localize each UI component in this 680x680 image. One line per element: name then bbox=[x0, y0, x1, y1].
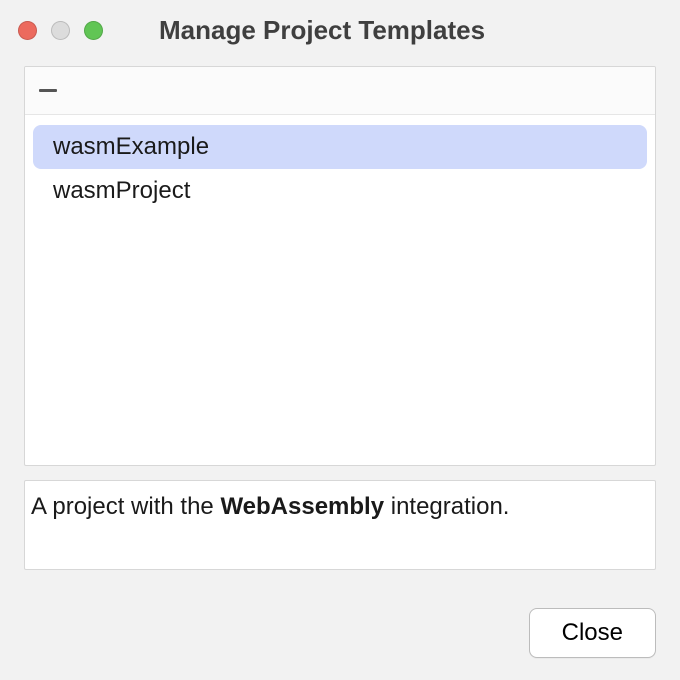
template-name: wasmExample bbox=[53, 133, 209, 160]
list-toolbar bbox=[25, 67, 655, 115]
template-list-container: wasmExample wasmProject bbox=[24, 66, 656, 466]
description-prefix: A project with the bbox=[31, 493, 220, 520]
window-controls bbox=[18, 21, 103, 40]
zoom-window-icon[interactable] bbox=[84, 21, 103, 40]
close-window-icon[interactable] bbox=[18, 21, 37, 40]
minimize-window-icon[interactable] bbox=[51, 21, 70, 40]
template-description: A project with the WebAssembly integrati… bbox=[24, 480, 656, 570]
minus-icon bbox=[39, 89, 57, 92]
template-list[interactable]: wasmExample wasmProject bbox=[25, 115, 655, 465]
remove-template-button[interactable] bbox=[39, 89, 57, 92]
template-name: wasmProject bbox=[53, 177, 190, 204]
window-title: Manage Project Templates bbox=[103, 15, 662, 46]
close-button[interactable]: Close bbox=[529, 608, 656, 658]
dialog-content: wasmExample wasmProject A project with t… bbox=[0, 56, 680, 590]
dialog-footer: Close bbox=[0, 590, 680, 670]
description-bold: WebAssembly bbox=[220, 493, 384, 520]
template-row[interactable]: wasmProject bbox=[33, 169, 647, 213]
titlebar: Manage Project Templates bbox=[0, 0, 680, 56]
description-suffix: integration. bbox=[384, 493, 509, 520]
template-row[interactable]: wasmExample bbox=[33, 125, 647, 169]
